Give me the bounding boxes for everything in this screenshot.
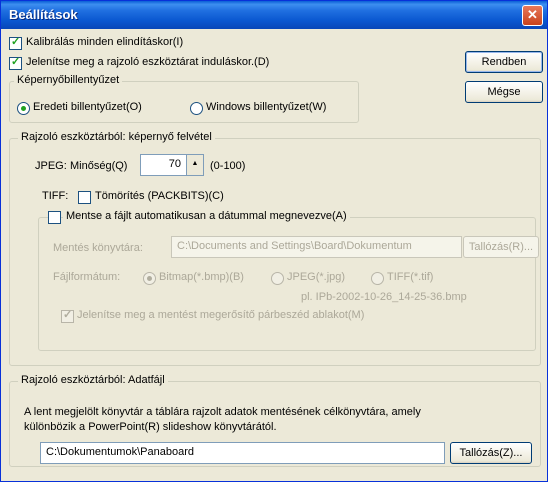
format-tif-radio[interactable] bbox=[371, 272, 384, 285]
calibrate-label: Kalibrálás minden elindításkor(I) bbox=[26, 36, 184, 48]
format-jpg-label: JPEG(*.jpg) bbox=[287, 271, 346, 283]
close-icon: ✕ bbox=[527, 7, 538, 22]
autosave-group: Mentse a fájlt automatikusan a dátummal … bbox=[38, 210, 539, 351]
confirm-dialog-label: Jelenítse meg a mentést megerősítő párbe… bbox=[77, 309, 365, 321]
title-bar[interactable]: Beállítások ✕ bbox=[1, 1, 547, 29]
browse-save-dir-button[interactable]: Tallózás(R)... bbox=[463, 236, 539, 258]
format-tif-label: TIFF(*.tif) bbox=[387, 271, 434, 283]
save-dir-label: Mentés könyvtára: bbox=[53, 242, 143, 254]
quality-value: 70 bbox=[168, 158, 181, 170]
format-jpg-radio[interactable] bbox=[271, 272, 284, 285]
quality-range: (0-100) bbox=[210, 160, 246, 172]
capture-legend: Rajzoló eszköztárból: képernyő felvétel bbox=[18, 131, 215, 143]
show-toolbar-label: Jelenítse meg a rajzoló eszköztárat indu… bbox=[26, 56, 270, 68]
tiff-label: TIFF: bbox=[42, 190, 69, 202]
datafile-group: Rajzoló eszköztárból: Adatfájl A lent me… bbox=[9, 374, 541, 467]
settings-dialog: Beállítások ✕ Kalibrálás minden elindítá… bbox=[0, 0, 548, 482]
datafile-description-line2: különbözik a PowerPoint(R) slideshow kön… bbox=[24, 421, 277, 433]
format-bmp-label: Bitmap(*.bmp)(B) bbox=[159, 271, 244, 283]
datafile-path-input[interactable]: C:\Dokumentumok\Panaboard bbox=[40, 442, 445, 464]
filename-example: pl. IPb-2002-10-26_14-25-36.bmp bbox=[301, 291, 467, 303]
format-bmp-radio[interactable] bbox=[143, 272, 156, 285]
calibrate-checkbox[interactable] bbox=[9, 35, 22, 50]
keyboard-windows-radio[interactable] bbox=[190, 102, 203, 115]
save-dir-input[interactable]: C:\Documents and Settings\Board\Dokument… bbox=[171, 236, 462, 258]
quality-label: Minőség(Q) bbox=[70, 160, 128, 172]
spin-down-icon[interactable]: ▼ bbox=[187, 173, 203, 175]
format-label: Fájlformátum: bbox=[53, 271, 121, 283]
keyboard-windows-label: Windows billentyűzet(W) bbox=[206, 101, 327, 113]
cancel-button[interactable]: Mégse bbox=[465, 81, 543, 103]
ok-button[interactable]: Rendben bbox=[465, 51, 543, 73]
confirm-dialog-checkbox[interactable] bbox=[61, 308, 74, 323]
keyboard-original-label: Eredeti billentyűzet(O) bbox=[33, 101, 142, 113]
quality-input[interactable]: 70 ▲ ▼ bbox=[140, 154, 204, 176]
quality-spinner[interactable]: ▲ ▼ bbox=[186, 155, 203, 175]
keyboard-group: Képernyőbillentyűzet Eredeti billentyűze… bbox=[9, 74, 359, 123]
browse-datafile-button[interactable]: Tallózás(Z)... bbox=[450, 442, 532, 464]
capture-group: Rajzoló eszköztárból: képernyő felvétel … bbox=[9, 131, 541, 366]
compress-label: Tömörítés (PACKBITS)(C) bbox=[95, 190, 224, 202]
keyboard-original-radio[interactable] bbox=[17, 102, 30, 115]
autosave-checkbox[interactable] bbox=[48, 211, 61, 224]
datafile-description-line1: A lent megjelölt könyvtár a táblára rajz… bbox=[24, 406, 421, 418]
datafile-legend: Rajzoló eszköztárból: Adatfájl bbox=[18, 374, 168, 386]
show-toolbar-checkbox[interactable] bbox=[9, 55, 22, 70]
close-button[interactable]: ✕ bbox=[522, 5, 543, 26]
spin-up-icon[interactable]: ▲ bbox=[187, 155, 203, 173]
window-title: Beállítások bbox=[9, 7, 78, 22]
jpeg-label: JPEG: bbox=[35, 160, 67, 172]
autosave-label: Mentse a fájlt automatikusan a dátummal … bbox=[63, 210, 350, 222]
compress-checkbox[interactable] bbox=[78, 191, 91, 204]
keyboard-legend: Képernyőbillentyűzet bbox=[14, 74, 123, 86]
